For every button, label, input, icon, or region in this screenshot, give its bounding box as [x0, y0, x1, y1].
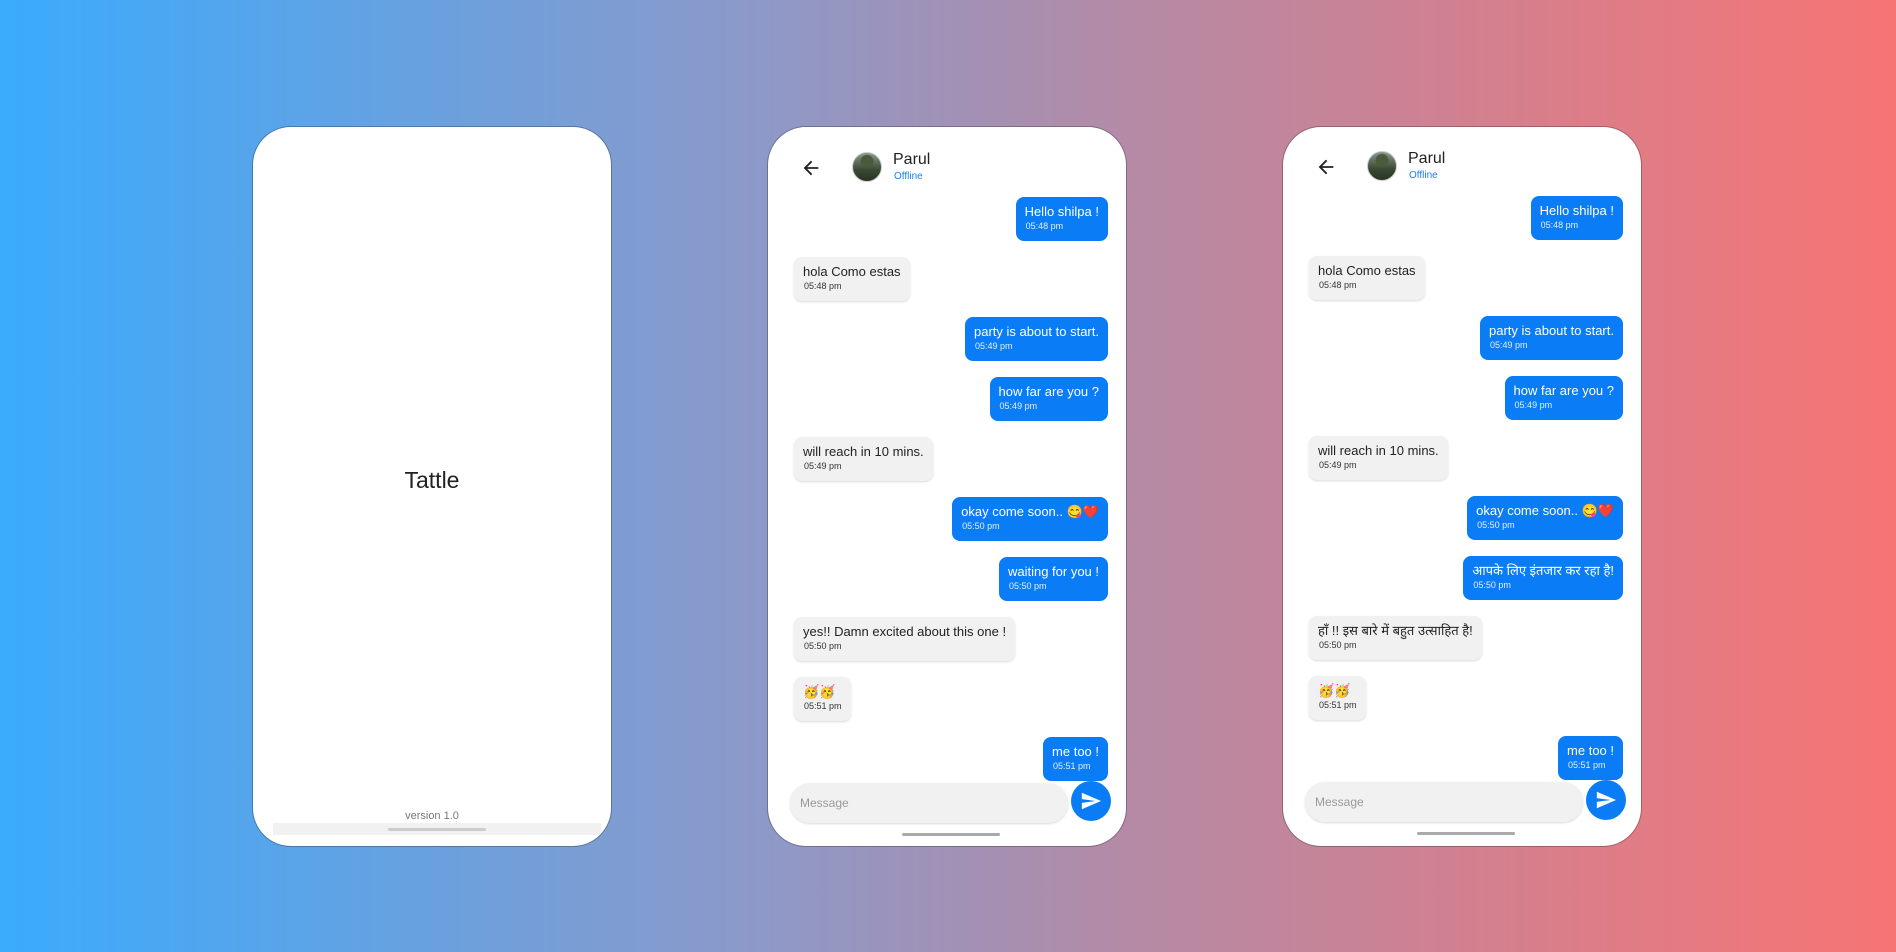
message-text: hola Como estas	[1318, 263, 1416, 278]
message-bubble-outgoing[interactable]: waiting for you ! 05:50 pm	[998, 557, 1108, 601]
message-text: हाँ !! इस बारे में बहुत उत्साहित है!	[1318, 623, 1473, 638]
message-text: okay come soon.. 😋❤️	[1476, 503, 1614, 518]
message-bubble-outgoing[interactable]: me too ! 05:51 pm	[1558, 736, 1623, 780]
message-text: 🥳🥳	[803, 684, 836, 699]
message-bubble-outgoing[interactable]: me too ! 05:51 pm	[1043, 737, 1108, 781]
send-button[interactable]	[1586, 780, 1626, 820]
message-time: 05:49 pm	[974, 341, 1013, 351]
message-time: 05:48 pm	[1025, 221, 1064, 231]
message-bubble-incoming[interactable]: will reach in 10 mins. 05:49 pm	[1309, 436, 1448, 480]
message-text: आपके लिए इंतजार कर रहा है!	[1472, 563, 1614, 578]
contact-status: Offline	[894, 171, 923, 182]
message-time: 05:48 pm	[1540, 220, 1579, 230]
message-text: Hello shilpa !	[1024, 204, 1099, 219]
message-text: party is about to start.	[1488, 323, 1614, 338]
back-arrow-icon[interactable]	[1315, 156, 1337, 178]
message-bubble-outgoing[interactable]: how far are you ? 05:49 pm	[1504, 376, 1623, 420]
message-text: yes!! Damn excited about this one !	[803, 624, 1007, 639]
message-text: me too !	[1052, 744, 1099, 759]
message-text: 🥳🥳	[1318, 683, 1351, 698]
contact-name: Parul	[1408, 150, 1446, 167]
home-handle[interactable]	[902, 833, 1000, 836]
contact-name: Parul	[893, 151, 931, 168]
home-handle[interactable]	[1417, 832, 1515, 835]
message-input[interactable]	[790, 783, 1068, 823]
avatar[interactable]	[1367, 151, 1397, 181]
message-time: 05:49 pm	[1319, 460, 1357, 470]
message-bubble-incoming[interactable]: hola Como estas 05:48 pm	[1309, 256, 1425, 300]
chat-screen-english: Parul Offline Hello shilpa ! 05:48 pm ho…	[768, 127, 1126, 846]
chat-screen-hindi: Parul Offline Hello shilpa ! 05:48 pm ho…	[1283, 127, 1641, 846]
message-bubble-outgoing[interactable]: how far are you ? 05:49 pm	[989, 377, 1108, 421]
send-icon	[1596, 791, 1617, 809]
contact-status: Offline	[1409, 170, 1438, 181]
message-text: will reach in 10 mins.	[1318, 443, 1439, 458]
version-label: version 1.0	[405, 810, 459, 822]
message-time: 05:49 pm	[999, 401, 1038, 411]
message-time: 05:50 pm	[1477, 520, 1515, 530]
message-time: 05:48 pm	[1319, 280, 1357, 290]
message-time: 05:49 pm	[1489, 340, 1528, 350]
message-bubble-outgoing[interactable]: okay come soon.. 😋❤️ 05:50 pm	[1467, 496, 1623, 540]
send-icon	[1081, 792, 1102, 810]
message-time: 05:50 pm	[1473, 580, 1511, 590]
back-arrow-icon[interactable]	[800, 157, 822, 179]
message-bubble-incoming[interactable]: will reach in 10 mins. 05:49 pm	[794, 437, 933, 481]
message-bubble-outgoing[interactable]: party is about to start. 05:49 pm	[1479, 316, 1623, 360]
message-text: hola Como estas	[803, 264, 901, 279]
message-bubble-outgoing[interactable]: आपके लिए इंतजार कर रहा है! 05:50 pm	[1463, 556, 1623, 600]
message-bubble-incoming[interactable]: 🥳🥳 05:51 pm	[794, 677, 851, 721]
message-text: how far are you ?	[1513, 383, 1614, 398]
message-time: 05:51 pm	[804, 701, 842, 711]
message-time: 05:50 pm	[962, 521, 1000, 531]
message-time: 05:50 pm	[804, 641, 842, 651]
app-name: Tattle	[404, 467, 460, 493]
message-text: party is about to start.	[973, 324, 1099, 339]
navigation-bar	[273, 823, 601, 835]
message-time: 05:49 pm	[804, 461, 842, 471]
message-time: 05:50 pm	[1008, 581, 1047, 591]
message-time: 05:49 pm	[1514, 400, 1553, 410]
message-text: me too !	[1567, 743, 1614, 758]
send-button[interactable]	[1071, 781, 1111, 821]
message-bubble-incoming[interactable]: yes!! Damn excited about this one ! 05:5…	[794, 617, 1016, 661]
message-time: 05:51 pm	[1053, 761, 1091, 771]
message-bubble-incoming[interactable]: हाँ !! इस बारे में बहुत उत्साहित है! 05:…	[1309, 616, 1482, 660]
message-bubble-outgoing[interactable]: okay come soon.. 😋❤️ 05:50 pm	[952, 497, 1108, 541]
splash-screen: Tattle version 1.0	[253, 127, 611, 846]
message-time: 05:50 pm	[1319, 640, 1357, 650]
avatar[interactable]	[852, 152, 882, 182]
message-time: 05:48 pm	[804, 281, 842, 291]
message-text: Hello shilpa !	[1539, 203, 1614, 218]
message-bubble-incoming[interactable]: hola Como estas 05:48 pm	[794, 257, 910, 301]
message-time: 05:51 pm	[1319, 700, 1357, 710]
message-bubble-incoming[interactable]: 🥳🥳 05:51 pm	[1309, 676, 1366, 720]
message-input[interactable]	[1305, 782, 1583, 822]
message-bubble-outgoing[interactable]: Hello shilpa ! 05:48 pm	[1530, 196, 1623, 240]
message-bubble-outgoing[interactable]: Hello shilpa ! 05:48 pm	[1015, 197, 1108, 241]
message-text: okay come soon.. 😋❤️	[961, 504, 1099, 519]
message-time: 05:51 pm	[1568, 760, 1606, 770]
message-text: will reach in 10 mins.	[803, 444, 924, 459]
home-handle[interactable]	[388, 828, 486, 831]
message-bubble-outgoing[interactable]: party is about to start. 05:49 pm	[964, 317, 1108, 361]
message-text: waiting for you !	[1007, 564, 1099, 579]
message-text: how far are you ?	[998, 384, 1099, 399]
